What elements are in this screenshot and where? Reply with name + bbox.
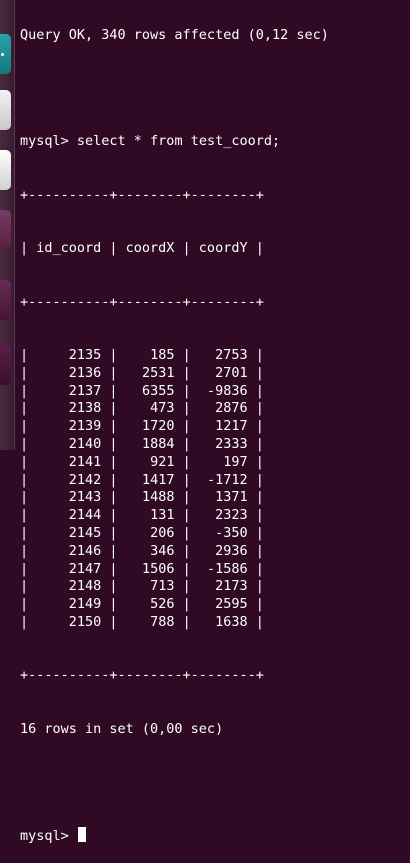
table-border-mid: +----------+--------+--------+: [20, 293, 264, 310]
command-line: mysql> select * from test_coord;: [20, 133, 410, 151]
table-cell-id-coord: 2147: [36, 560, 102, 577]
prompt: mysql>: [20, 133, 77, 150]
table-row: | 2139 | 1720 | 1217 |: [20, 418, 264, 435]
table-cell-coordY: -9836: [198, 382, 248, 399]
table-cell-coordY: 2595: [198, 596, 248, 613]
table-row: | 2147 | 1506 | -1586 |: [20, 560, 264, 577]
table-cell-coordX: 526: [125, 596, 175, 613]
terminal-output[interactable]: Query OK, 340 rows affected (0,12 sec) m…: [20, 0, 410, 863]
table-header: | id_coord | coordX | coordY |: [20, 240, 264, 257]
table-cell-coordY: 2876: [198, 400, 248, 417]
table-cell-coordX: 921: [125, 453, 175, 470]
table-cell-coordY: 1638: [198, 613, 248, 630]
table-row: | 2136 | 2531 | 2701 |: [20, 364, 264, 381]
table-cell-coordY: 2753: [198, 346, 248, 363]
table-cell-id-coord: 2139: [36, 418, 102, 435]
table-cell-coordY: -350: [198, 524, 248, 541]
summary-line: 16 rows in set (0,00 sec): [20, 720, 224, 737]
text-cursor: [77, 827, 86, 843]
table-row: | 2140 | 1884 | 2333 |: [20, 435, 264, 452]
table-cell-coordX: 206: [125, 524, 175, 541]
table-row: | 2148 | 713 | 2173 |: [20, 578, 264, 595]
table-cell-coordX: 1720: [125, 418, 175, 435]
table-row: | 2150 | 788 | 1638 |: [20, 613, 264, 630]
table-cell-coordX: 1417: [125, 471, 175, 488]
launcher-app-icon[interactable]: [0, 345, 11, 385]
table-cell-id-coord: 2150: [36, 613, 102, 630]
table-row: | 2137 | 6355 | -9836 |: [20, 382, 264, 399]
launcher-app-icon[interactable]: [0, 90, 11, 130]
launcher-app-icon[interactable]: [0, 210, 11, 250]
table-body: | 2135 | 185 | 2753 | | 2136 | 2531 | 270…: [20, 347, 410, 632]
table-row: | 2138 | 473 | 2876 |: [20, 400, 264, 417]
table-cell-coordY: -1712: [198, 471, 248, 488]
table-cell-coordX: 2531: [125, 364, 175, 381]
table-row: | 2149 | 526 | 2595 |: [20, 596, 264, 613]
table-cell-coordY: 1371: [198, 489, 248, 506]
table-cell-coordY: 197: [198, 453, 248, 470]
table-cell-coordX: 185: [125, 346, 175, 363]
table-cell-id-coord: 2149: [36, 596, 102, 613]
table-cell-id-coord: 2143: [36, 489, 102, 506]
input-line[interactable]: mysql>: [20, 827, 410, 845]
table-cell-coordY: 1217: [198, 418, 248, 435]
launcher-app-icon[interactable]: [0, 150, 11, 190]
table-cell-id-coord: 2146: [36, 542, 102, 559]
table-cell-id-coord: 2141: [36, 453, 102, 470]
launcher-app-icon[interactable]: [0, 34, 11, 74]
table-cell-id-coord: 2148: [36, 578, 102, 595]
table-row: | 2142 | 1417 | -1712 |: [20, 471, 264, 488]
table-cell-coordY: 2701: [198, 364, 248, 381]
table-row: | 2146 | 346 | 2936 |: [20, 542, 264, 559]
table-row: | 2145 | 206 | -350 |: [20, 524, 264, 541]
table-cell-id-coord: 2137: [36, 382, 102, 399]
table-border-bottom: +----------+--------+--------+: [20, 667, 264, 684]
table-cell-id-coord: 2145: [36, 524, 102, 541]
table-cell-coordX: 473: [125, 400, 175, 417]
table-cell-coordX: 1488: [125, 489, 175, 506]
unity-launcher: [0, 0, 15, 450]
status-line: Query OK, 340 rows affected (0,12 sec): [20, 26, 329, 43]
table-cell-coordX: 1506: [125, 560, 175, 577]
table-cell-coordY: 2173: [198, 578, 248, 595]
launcher-app-icon[interactable]: [0, 280, 11, 320]
table-cell-coordY: 2323: [198, 507, 248, 524]
table-row: | 2144 | 131 | 2323 |: [20, 507, 264, 524]
table-cell-id-coord: 2135: [36, 346, 102, 363]
table-cell-coordX: 6355: [125, 382, 175, 399]
command-text: select * from test_coord;: [76, 133, 281, 150]
table-border-top: +----------+--------+--------+: [20, 186, 264, 203]
table-cell-coordY: -1586: [198, 560, 248, 577]
table-row: | 2143 | 1488 | 1371 |: [20, 489, 264, 506]
table-cell-id-coord: 2136: [36, 364, 102, 381]
table-cell-coordX: 131: [125, 507, 175, 524]
table-row: | 2135 | 185 | 2753 |: [20, 346, 264, 363]
table-cell-coordX: 346: [125, 542, 175, 559]
table-cell-coordY: 2936: [198, 542, 248, 559]
prompt: mysql>: [20, 828, 77, 845]
running-indicator: [1, 52, 4, 56]
table-cell-id-coord: 2142: [36, 471, 102, 488]
table-row: | 2141 | 921 | 197 |: [20, 453, 264, 470]
table-cell-id-coord: 2138: [36, 400, 102, 417]
table-cell-id-coord: 2144: [36, 507, 102, 524]
table-cell-coordX: 788: [125, 613, 175, 630]
table-cell-coordX: 713: [125, 578, 175, 595]
